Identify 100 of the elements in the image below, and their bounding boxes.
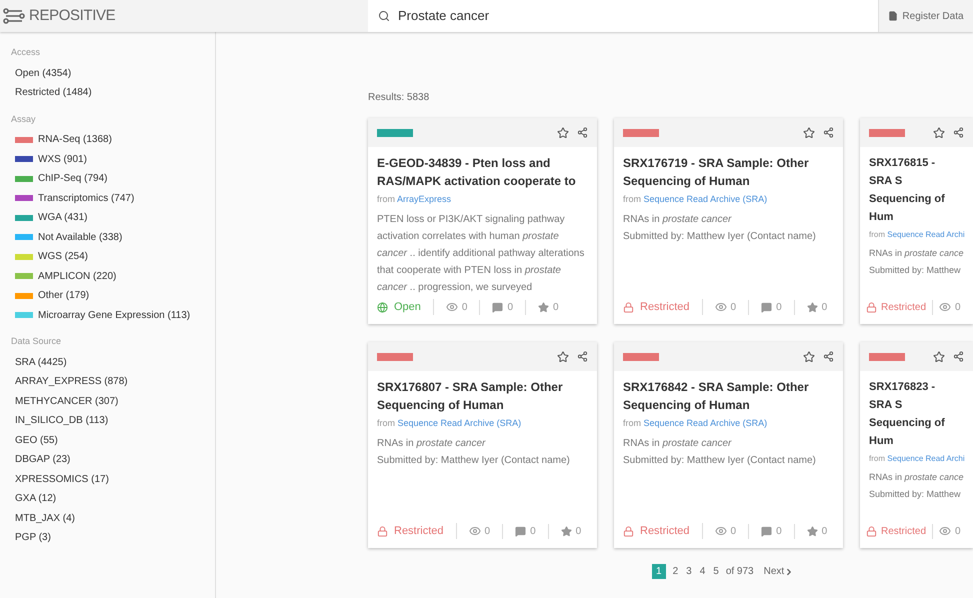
share-icon[interactable] [953, 127, 964, 138]
page-button[interactable]: 3 [685, 564, 693, 579]
share-icon[interactable] [577, 127, 588, 138]
views-count: 0 [730, 524, 736, 538]
lock-icon [866, 302, 877, 312]
comments-count: 0 [507, 300, 514, 314]
dataset-description: Submitted by: Matthew Iyer (Contact name) [623, 454, 817, 468]
source-line: from Sequence Read Archive (SRA) [623, 193, 768, 206]
page-button[interactable]: 4 [698, 564, 706, 579]
eye-icon [714, 301, 727, 313]
dataset-card[interactable] [368, 118, 597, 324]
dataset-description: RNAs in prostate cancer [623, 212, 732, 226]
favorite-star-icon[interactable] [933, 350, 945, 362]
filter-item[interactable]: XPRESSOMICS (17) [11, 470, 215, 489]
lock-icon [377, 526, 388, 536]
stars-count: 0 [822, 524, 828, 538]
comments-count: 0 [530, 524, 536, 538]
views-count: 0 [955, 524, 961, 538]
filter-item[interactable]: WGS (254) [11, 247, 215, 266]
filter-item[interactable]: Restricted (1484) [11, 83, 215, 102]
filter-item[interactable]: Transcriptomics (747) [11, 188, 215, 208]
filter-item[interactable]: MTB_JAX (4) [11, 508, 215, 528]
filter-item[interactable]: RNA-Seq (1368) [11, 130, 215, 150]
star-icon [806, 526, 818, 536]
stars-count: 0 [576, 524, 582, 538]
filter-item[interactable]: Open (4354) [11, 64, 215, 83]
filter-section-title: Assay [11, 112, 37, 126]
lock-icon [623, 526, 634, 536]
share-icon[interactable] [823, 351, 834, 362]
filter-item[interactable]: GXA (12) [11, 489, 215, 508]
favorite-star-icon[interactable] [557, 126, 569, 138]
dataset-description: RNAs in prostate cance [869, 471, 964, 484]
dataset-title[interactable]: SRX176815 - SRA S Sequencing of Hum [869, 154, 964, 226]
dataset-card[interactable]: SRX176842 - SRA Sample: Other Sequencing of Human from Sequence Read Archive (SRA) RNAs in prostate cancer Submitted by: Matthew Iyer (Contact name) Restricted 0 0 0 [614, 342, 843, 548]
dataset-description: Submitted by: Matthew [869, 264, 962, 277]
filter-item[interactable]: DBGAP (23) [11, 450, 215, 470]
dataset-description: RNAs in prostate cancer [377, 436, 486, 450]
filter-item[interactable]: Not Available (338) [11, 228, 215, 247]
share-icon[interactable] [577, 351, 588, 362]
share-icon[interactable] [823, 127, 834, 138]
favorite-star-icon[interactable] [803, 350, 815, 362]
search-input[interactable]: Prostate cancer [398, 6, 868, 26]
lock-icon [866, 526, 877, 536]
filter-item[interactable]: Microarray Gene Expression (113) [11, 306, 215, 325]
page-button[interactable]: 2 [672, 564, 680, 579]
access-label: Restricted [881, 524, 926, 538]
filter-item[interactable]: WXS (901) [11, 150, 215, 169]
dataset-description: RNAs in prostate cance [869, 247, 964, 260]
filter-item[interactable]: ARRAY_EXPRESS (878) [11, 372, 215, 392]
register-data-button[interactable]: Register Data [878, 0, 973, 32]
source-line: from Sequence Read Archive (SRA) [623, 417, 768, 430]
filter-item[interactable]: Other (179) [11, 286, 215, 306]
comment-icon [492, 302, 504, 312]
dataset-description: RNAs in prostate cancer [623, 436, 732, 450]
logo-icon [3, 8, 25, 24]
dataset-title[interactable]: SRX176842 - SRA Sample: Other Sequencing of Human [623, 378, 834, 414]
access-label: Restricted [640, 524, 690, 539]
comment-icon [761, 526, 772, 536]
access-label: Restricted [881, 300, 926, 314]
filter-item[interactable]: METHYCANCER (307) [11, 392, 215, 411]
search-field[interactable]: Prostate cancer [368, 0, 878, 32]
dataset-title[interactable]: E-GEOD-34839 - Pten loss and RAS/MAPK activation cooperate to [377, 154, 588, 190]
star-icon [806, 302, 818, 312]
source-line: from Sequence Read Archi [869, 229, 964, 241]
filter-item[interactable]: WGA (431) [11, 208, 215, 228]
filter-item[interactable]: ChIP-Seq (794) [11, 169, 215, 188]
dataset-title[interactable]: SRX176823 - SRA S Sequencing of Hum [869, 378, 964, 450]
views-count: 0 [484, 524, 490, 538]
page-total: of 973 [726, 565, 754, 579]
dataset-title[interactable]: SRX176719 - SRA Sample: Other Sequencing of Human [623, 154, 834, 190]
favorite-star-icon[interactable] [557, 350, 569, 362]
access-label: Restricted [394, 524, 444, 539]
filter-section-title: Access [11, 46, 42, 59]
stars-count: 0 [553, 300, 559, 314]
dataset-card[interactable]: SRX176719 - SRA Sample: Other Sequencing of Human from Sequence Read Archive (SRA) RNAs in prostate cancer Submitted by: Matthew Iyer (Contact name) Restricted 0 0 0 [614, 118, 843, 324]
eye-icon [446, 301, 458, 313]
filter-item[interactable]: AMPLICON (220) [11, 266, 215, 286]
dataset-title[interactable]: SRX176807 - SRA Sample: Other Sequencing of Human [377, 378, 588, 414]
share-icon[interactable] [953, 351, 964, 362]
dataset-card[interactable]: SRX176815 - SRA S Sequencing of Hum from Sequence Read Archi RNAs in prostate cance Submitted by: Matthew Restricted 0 [860, 118, 973, 324]
favorite-star-icon[interactable] [803, 126, 815, 138]
filter-item[interactable]: GEO (55) [11, 430, 215, 450]
source-line: from Sequence Read Archive (SRA) [377, 417, 522, 430]
filter-section-title: Data Source [11, 335, 62, 348]
source-line: from Sequence Read Archi [869, 453, 964, 465]
logo-text[interactable]: REPOSITIVE [29, 4, 116, 28]
next-page-button[interactable]: Next [764, 564, 794, 579]
dataset-description: Submitted by: Matthew [869, 488, 962, 501]
dataset-description: Submitted by: Matthew Iyer (Contact name) [377, 454, 571, 468]
eye-icon [468, 525, 481, 537]
page-button[interactable]: 5 [712, 564, 720, 579]
access-label: Restricted [640, 300, 690, 315]
filter-item[interactable]: SRA (4425) [11, 352, 215, 372]
dataset-card[interactable]: SRX176807 - SRA Sample: Other Sequencing of Human from Sequence Read Archive (SRA) RNAs in prostate cancer Submitted by: Matthew Iyer (Contact name) Restricted 0 0 0 [368, 342, 597, 548]
filter-item[interactable]: PGP (3) [11, 528, 215, 548]
filter-item[interactable]: IN_SILICO_DB (113) [11, 411, 215, 430]
favorite-star-icon[interactable] [933, 126, 945, 138]
star-icon [560, 526, 572, 536]
dataset-card[interactable]: SRX176823 - SRA S Sequencing of Hum from Sequence Read Archi RNAs in prostate cance Submitted by: Matthew Restricted 0 [860, 342, 973, 548]
results-count: Results: 5838 [368, 91, 430, 105]
